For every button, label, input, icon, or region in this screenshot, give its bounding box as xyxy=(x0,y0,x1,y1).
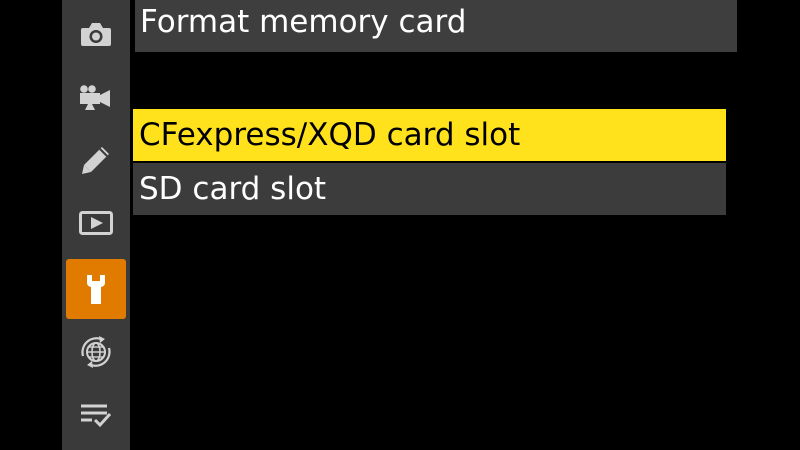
tab-setup[interactable] xyxy=(66,259,126,319)
pencil-icon xyxy=(80,144,112,176)
tab-my-menu[interactable] xyxy=(62,384,130,444)
tab-custom-settings[interactable] xyxy=(62,130,130,190)
movie-camera-icon xyxy=(78,81,114,111)
camera-icon xyxy=(79,20,113,48)
my-menu-icon xyxy=(78,399,114,429)
tab-playback[interactable] xyxy=(62,193,130,253)
menu-header: Format memory card xyxy=(135,0,737,52)
option-cfexpress-xqd-slot[interactable]: CFexpress/XQD card slot xyxy=(133,109,726,161)
network-globe-icon xyxy=(77,334,115,370)
tab-network[interactable] xyxy=(62,322,130,382)
option-sd-slot[interactable]: SD card slot xyxy=(133,163,726,215)
playback-icon xyxy=(78,209,114,237)
menu-sidebar xyxy=(62,0,130,450)
page-title: Format memory card xyxy=(140,4,467,40)
wrench-icon xyxy=(84,272,108,306)
tab-photo-shooting[interactable] xyxy=(62,4,130,64)
tab-movie-recording[interactable] xyxy=(62,66,130,126)
